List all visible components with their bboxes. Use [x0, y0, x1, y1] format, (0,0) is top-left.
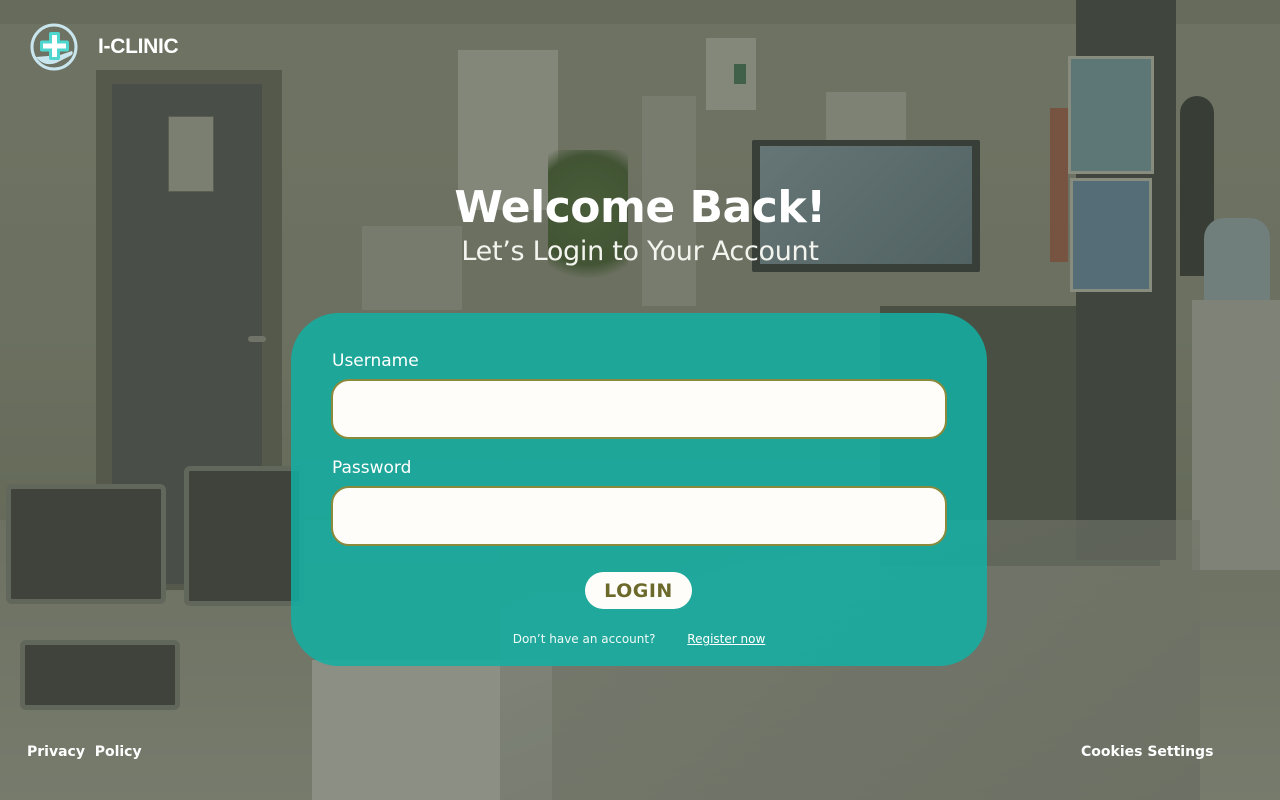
page-subtitle: Let’s Login to Your Account	[461, 236, 819, 267]
register-link[interactable]: Register now	[687, 632, 765, 646]
cookies-settings-link[interactable]: Cookies Settings	[1081, 744, 1213, 760]
page-title: Welcome Back!	[454, 182, 826, 233]
login-button[interactable]: LOGIN	[585, 572, 692, 609]
register-row: Don’t have an account? Register now	[291, 632, 987, 646]
username-input[interactable]	[331, 379, 947, 439]
brand-name: I-CLINIC	[98, 35, 179, 58]
privacy-policy-link[interactable]: Privacy Policy	[27, 744, 142, 760]
login-page: I-CLINIC Welcome Back! Let’s Login to Yo…	[0, 0, 1280, 800]
password-input[interactable]	[331, 486, 947, 546]
brand[interactable]: I-CLINIC	[30, 23, 179, 71]
username-label: Username	[332, 351, 419, 371]
password-label: Password	[332, 458, 412, 478]
medical-cross-hand-icon	[30, 23, 78, 71]
register-prompt: Don’t have an account?	[512, 632, 656, 646]
login-form: Username Password LOGIN Don’t have an ac…	[291, 313, 987, 666]
